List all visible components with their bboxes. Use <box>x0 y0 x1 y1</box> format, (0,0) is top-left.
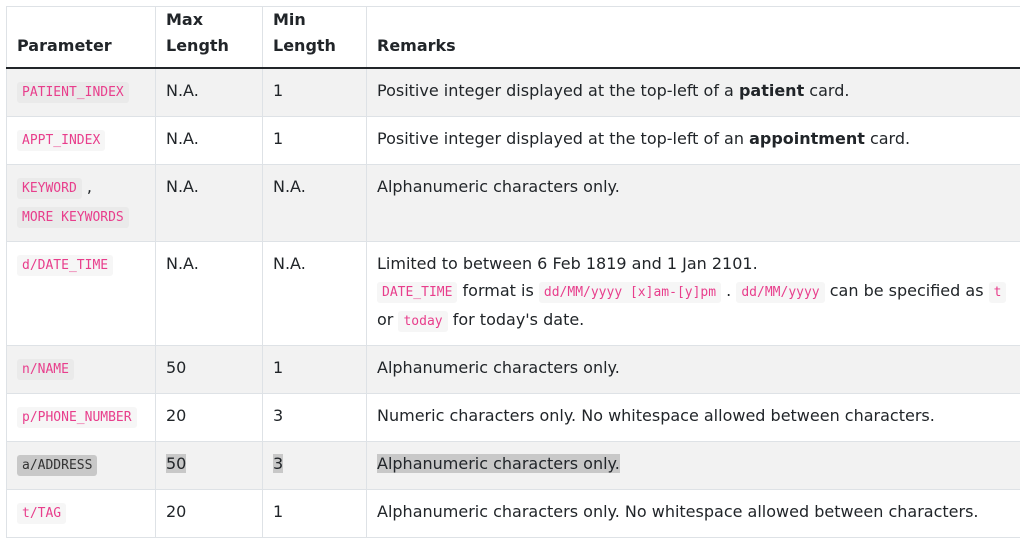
table-row: APPT_INDEX N.A. 1 Positive integer displ… <box>7 117 1020 165</box>
table-row: p/PHONE_NUMBER 20 3 Numeric characters o… <box>7 394 1020 442</box>
param-cell: PATIENT_INDEX <box>7 68 156 117</box>
min-value: 3 <box>273 454 283 473</box>
remark-cell: Alphanumeric characters only. <box>367 346 1020 394</box>
param-cell: p/PHONE_NUMBER <box>7 394 156 442</box>
min-cell: 1 <box>263 68 367 117</box>
table-row: d/DATE_TIME N.A. N.A. Limited to between… <box>7 242 1020 346</box>
min-cell: 1 <box>263 346 367 394</box>
param-code: p/PHONE_NUMBER <box>17 407 137 428</box>
header-parameter: Parameter <box>7 7 156 69</box>
remark-cell: Positive integer displayed at the top-le… <box>367 68 1020 117</box>
header-row: Parameter Max Length Min Length Remarks <box>7 7 1020 69</box>
remark-text-end: card. <box>804 81 849 100</box>
remark-text: for today's date. <box>453 310 585 329</box>
min-cell: 1 <box>263 117 367 165</box>
header-parameter-label: Parameter <box>17 36 112 55</box>
table-row: n/NAME 50 1 Alphanumeric characters only… <box>7 346 1020 394</box>
max-value: 50 <box>166 454 186 473</box>
param-separator: , <box>87 177 92 196</box>
header-min-line2: Length <box>273 36 336 55</box>
inline-code: dd/MM/yyyy [x]am-[y]pm <box>539 282 721 303</box>
remark-text: . <box>726 281 731 300</box>
parameter-table: Parameter Max Length Min Length Remarks PA… <box>6 6 1020 538</box>
max-cell: 20 <box>156 394 263 442</box>
header-remarks-label: Remarks <box>377 36 456 55</box>
remark-cell: Alphanumeric characters only. <box>367 165 1020 242</box>
table-row-selected: a/ADDRESS 50 3 Alphanumeric characters o… <box>7 442 1020 490</box>
min-cell: 3 <box>263 394 367 442</box>
min-cell: N.A. <box>263 165 367 242</box>
remark-bold: patient <box>739 81 804 100</box>
remark-text: Alphanumeric characters only. <box>377 454 620 473</box>
max-cell: N.A. <box>156 165 263 242</box>
inline-code: t <box>989 282 1007 303</box>
header-remarks: Remarks <box>367 7 1020 69</box>
header-max-line1: Max <box>166 10 203 29</box>
remark-cell: Numeric characters only. No whitespace a… <box>367 394 1020 442</box>
param-code: APPT_INDEX <box>17 130 105 151</box>
remark-text: can be specified as <box>830 281 984 300</box>
remark-bold: appointment <box>749 129 865 148</box>
param-code: t/TAG <box>17 503 66 524</box>
remark-cell: Alphanumeric characters only. <box>367 442 1020 490</box>
remark-cell: Alphanumeric characters only. No whitesp… <box>367 490 1020 538</box>
param-cell: n/NAME <box>7 346 156 394</box>
remark-cell: Positive integer displayed at the top-le… <box>367 117 1020 165</box>
table-row: KEYWORD , MORE KEYWORDS N.A. N.A. Alphanu… <box>7 165 1020 242</box>
min-cell: N.A. <box>263 242 367 346</box>
param-code: KEYWORD <box>17 178 82 199</box>
header-max-length: Max Length <box>156 7 263 69</box>
param-cell: t/TAG <box>7 490 156 538</box>
remark-text: Positive integer displayed at the top-le… <box>377 81 739 100</box>
param-cell: APPT_INDEX <box>7 117 156 165</box>
remark-text-end: card. <box>865 129 910 148</box>
max-cell: 50 <box>156 442 263 490</box>
param-code-2: MORE KEYWORDS <box>17 207 129 228</box>
table-row: t/TAG 20 1 Alphanumeric characters only.… <box>7 490 1020 538</box>
remark-cell: Limited to between 6 Feb 1819 and 1 Jan … <box>367 242 1020 346</box>
min-cell: 3 <box>263 442 367 490</box>
remark-text: or <box>377 310 393 329</box>
param-code: a/ADDRESS <box>17 455 97 476</box>
remark-text: format is <box>463 281 534 300</box>
inline-code: today <box>398 311 447 332</box>
param-cell: KEYWORD , MORE KEYWORDS <box>7 165 156 242</box>
table-row: PATIENT_INDEX N.A. 1 Positive integer di… <box>7 68 1020 117</box>
min-cell: 1 <box>263 490 367 538</box>
remark-line: Limited to between 6 Feb 1819 and 1 Jan … <box>377 254 758 273</box>
header-min-line1: Min <box>273 10 306 29</box>
param-cell: a/ADDRESS <box>7 442 156 490</box>
max-cell: 20 <box>156 490 263 538</box>
header-max-line2: Length <box>166 36 229 55</box>
param-code: PATIENT_INDEX <box>17 82 129 103</box>
max-cell: N.A. <box>156 117 263 165</box>
header-min-length: Min Length <box>263 7 367 69</box>
remark-text: Positive integer displayed at the top-le… <box>377 129 749 148</box>
inline-code: dd/MM/yyyy <box>736 282 824 303</box>
param-cell: d/DATE_TIME <box>7 242 156 346</box>
max-cell: N.A. <box>156 68 263 117</box>
inline-code: DATE_TIME <box>377 282 457 303</box>
param-code: d/DATE_TIME <box>17 255 113 276</box>
param-code: n/NAME <box>17 359 74 380</box>
max-cell: N.A. <box>156 242 263 346</box>
max-cell: 50 <box>156 346 263 394</box>
